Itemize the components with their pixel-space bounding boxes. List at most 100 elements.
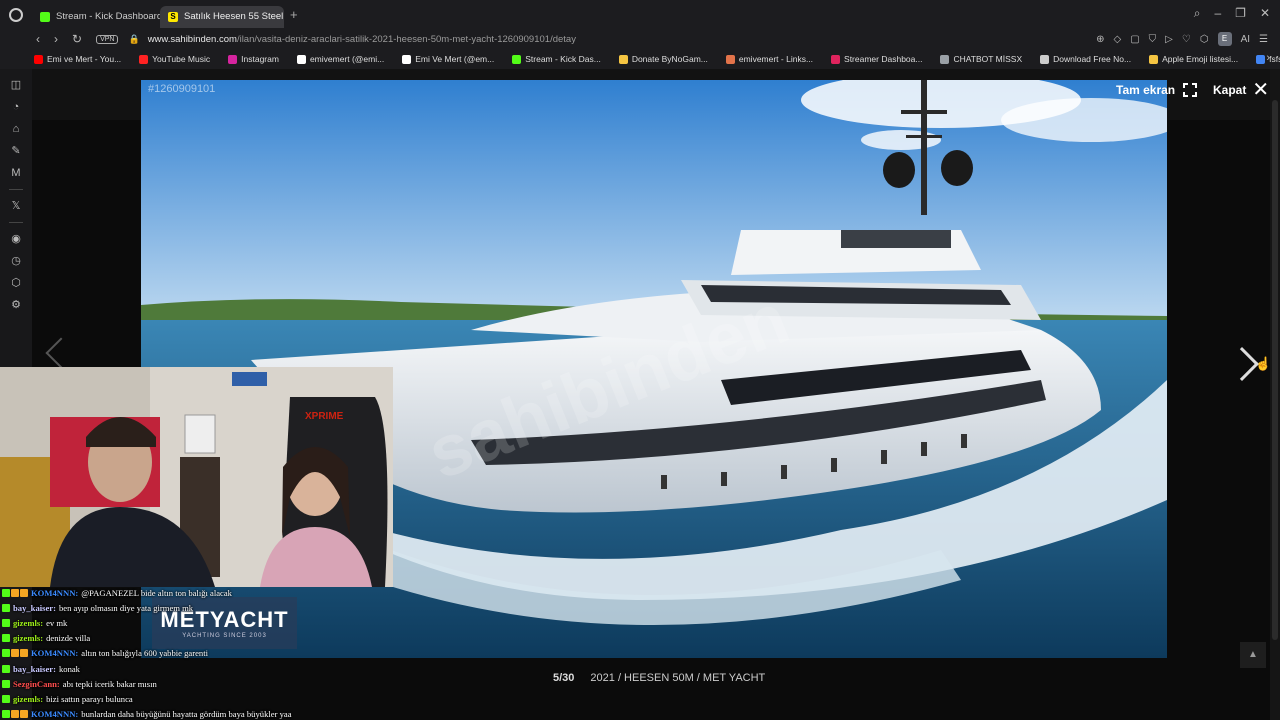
address-bar: ‹ › ↻ VPN 🔒 www.sahibinden.com/ilan/vasi…: [0, 29, 1280, 49]
bookmark-label: Donate ByNoGam...: [631, 54, 708, 64]
chat-username[interactable]: KOM4NNN:: [31, 588, 78, 598]
chat-message: gizemls: bizi sattın parayı bulunca: [2, 691, 402, 706]
badge-icon: [2, 618, 10, 627]
reload-button[interactable]: ↻: [72, 32, 82, 46]
chat-message: KOM4NNN: bunlardan daha büyüğünü hayatta …: [2, 707, 402, 720]
notes-icon[interactable]: ✎: [10, 145, 22, 157]
chat-message: gizemls: ev mk: [2, 615, 402, 630]
badge-icon: [20, 649, 28, 658]
badge-icon: [2, 588, 10, 597]
snapshot-icon[interactable]: ▢: [1130, 34, 1139, 45]
bookmark-item[interactable]: YouTube Music: [139, 54, 210, 64]
tab-kick-dashboard[interactable]: Stream - Kick Dashboard: [32, 6, 160, 28]
scrollbar-thumb[interactable]: [1272, 100, 1278, 640]
badge-icon: [11, 649, 19, 658]
chat-message: SezginCann: abı tepki icerik bakar mısın: [2, 676, 402, 691]
zoom-icon[interactable]: ⊕: [1096, 34, 1104, 45]
chat-message: KOM4NNN: altın ton balığıyla 600 yabbie g…: [2, 646, 402, 661]
bookmark-favicon-icon: [34, 54, 43, 64]
adblock-icon[interactable]: ⛉: [1149, 34, 1157, 45]
messenger-icon[interactable]: ◫: [10, 79, 22, 91]
bookmark-item[interactable]: CHATBOT MİSSX: [940, 54, 1022, 64]
chat-message: bay_kaiser: ben ayıp olmasın diye yata gi…: [2, 600, 402, 615]
chat-badges: [2, 588, 28, 597]
bookmark-label: Download Free No...: [1053, 54, 1132, 64]
extensions-icon[interactable]: ⬡: [1200, 34, 1209, 45]
settings-icon[interactable]: ⚙: [10, 299, 22, 311]
chat-username[interactable]: KOM4NNN:: [31, 709, 78, 719]
chat-badges: [2, 618, 10, 627]
bookmark-item[interactable]: Donate ByNoGam...: [618, 54, 708, 64]
bookmark-item[interactable]: Instagram: [228, 54, 279, 64]
bookmark-label: Emi Ve Mert (@em...: [415, 54, 495, 64]
workspaces-icon[interactable]: ⌂: [10, 123, 22, 135]
bookmark-item[interactable]: Stream - Kick Das...: [512, 54, 601, 64]
history-icon[interactable]: ◷: [10, 255, 22, 267]
bookmark-label: emivemert (@emi...: [309, 54, 385, 64]
fullscreen-button[interactable]: Tam ekran: [1116, 83, 1198, 97]
extensions-icon[interactable]: ⬡: [10, 277, 22, 289]
back-button[interactable]: ‹: [36, 32, 40, 46]
chat-text: bizi sattın parayı bulunca: [46, 693, 133, 704]
new-tab-button[interactable]: +: [290, 7, 298, 22]
bookmark-favicon-icon: [296, 54, 306, 64]
chat-username[interactable]: SezginCann:: [13, 679, 60, 689]
close-window-button[interactable]: ✕: [1260, 6, 1270, 21]
bookmark-label: Streamer Dashboa...: [844, 54, 923, 64]
profile-avatar[interactable]: E: [1217, 32, 1232, 46]
bookmarks-overflow-icon[interactable]: ›: [1266, 52, 1270, 64]
x-icon[interactable]: 𝕏: [10, 200, 22, 212]
browser-menu-button[interactable]: [0, 0, 32, 29]
scroll-to-top-button[interactable]: ▲: [1240, 642, 1266, 668]
webcam-overlay: XPRIME: [0, 367, 393, 587]
aria-icon[interactable]: ◔: [10, 101, 22, 113]
chat-badges: [2, 603, 10, 612]
badge-icon: [11, 710, 19, 719]
badge-icon: [11, 588, 19, 597]
sahibinden-icon: S: [168, 11, 178, 22]
bookmark-item[interactable]: Apple Emoji listesi...: [1149, 54, 1238, 64]
url-field[interactable]: www.sahibinden.com/ilan/vasita-deniz-ara…: [148, 34, 576, 45]
bookmark-favicon-icon: [402, 54, 412, 64]
player-icon[interactable]: ▷: [1165, 34, 1173, 45]
badge-icon: [2, 694, 10, 703]
extension-icon[interactable]: ◇: [1114, 34, 1122, 45]
menu-icon[interactable]: ☰: [1259, 34, 1268, 45]
lock-icon[interactable]: 🔒: [128, 34, 139, 45]
close-viewer-button[interactable]: Kapat ✕: [1213, 80, 1269, 100]
heart-icon[interactable]: ♡: [1182, 34, 1191, 45]
vpn-badge[interactable]: VPN: [96, 34, 119, 44]
bookmark-favicon-icon: [139, 54, 149, 64]
bookmark-item[interactable]: Streamer Dashboa...: [831, 54, 922, 64]
bookmarks-bar: Emi ve Mert - You... YouTube Music Instagr…: [0, 49, 1280, 69]
ai-button[interactable]: AI: [1241, 34, 1250, 45]
forward-button[interactable]: ›: [54, 32, 58, 46]
bookmark-item[interactable]: Emi ve Mert - You...: [34, 54, 121, 64]
chat-badges: [2, 694, 10, 703]
bookmark-item[interactable]: Download Free No...: [1040, 54, 1131, 64]
bookmark-favicon-icon: [831, 54, 841, 64]
chat-username[interactable]: gizemls:: [13, 633, 43, 643]
kick-icon: [40, 11, 50, 22]
chat-message: KOM4NNN: @PAGANEZEL bide altın ton balığı…: [2, 585, 402, 600]
music-icon[interactable]: M: [10, 167, 22, 179]
bookmark-item[interactable]: emivemert - Links...: [725, 54, 813, 64]
chat-text: @PAGANEZEL bide altın ton balığı alacak: [81, 587, 232, 598]
chat-badges: [2, 679, 10, 688]
badge-icon: [2, 603, 10, 612]
tab-sahibinden[interactable]: S Satılık Heesen 55 Steel M...: [160, 5, 284, 28]
chat-username[interactable]: gizemls:: [13, 694, 43, 704]
bookmark-item[interactable]: Emi Ve Mert (@em...: [402, 54, 494, 64]
url-domain: www.sahibinden.com: [147, 33, 237, 45]
bookmark-item[interactable]: emivemert (@emi...: [296, 54, 385, 64]
minimize-button[interactable]: –: [1214, 6, 1221, 21]
chat-username[interactable]: bay_kaiser:: [13, 603, 56, 613]
chat-username[interactable]: KOM4NNN:: [31, 648, 78, 658]
chat-username[interactable]: bay_kaiser:: [13, 664, 56, 674]
chat-text: abı tepki icerik bakar mısın: [62, 678, 157, 689]
restore-button[interactable]: ❐: [1235, 6, 1246, 21]
search-tabs-icon[interactable]: ⌕: [1194, 6, 1201, 21]
chat-username[interactable]: gizemls:: [13, 618, 43, 628]
chat-text: konak: [58, 663, 80, 674]
player-icon[interactable]: ◉: [10, 233, 22, 245]
